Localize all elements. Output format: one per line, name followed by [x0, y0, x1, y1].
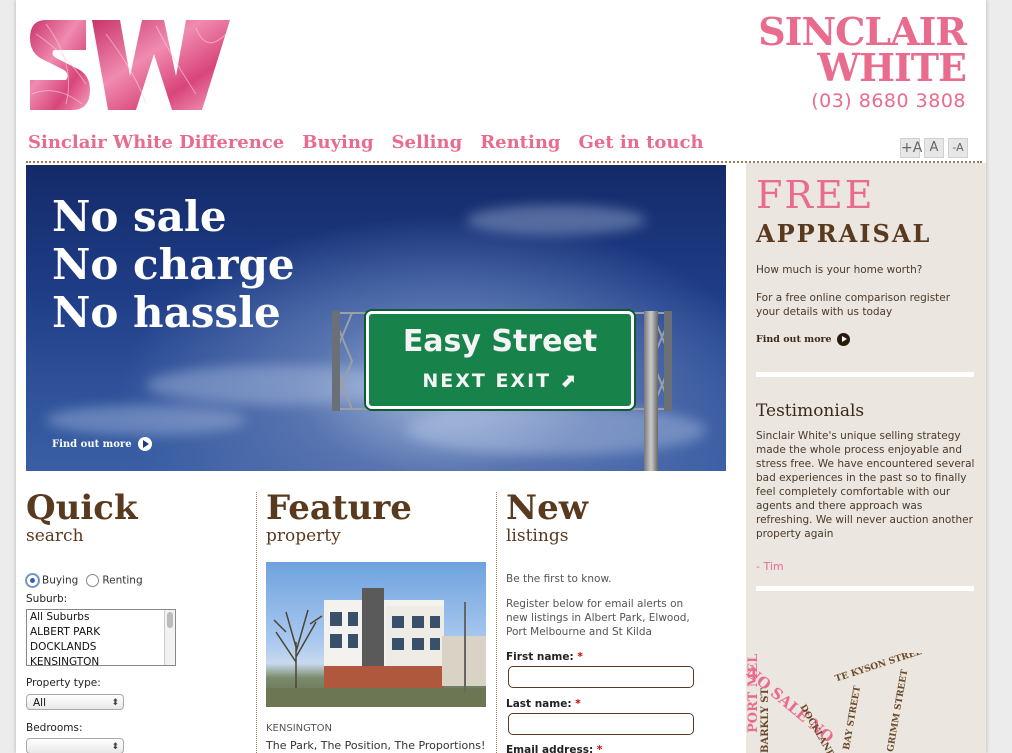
appraisal-pitch: For a free online comparison register yo…	[756, 292, 951, 318]
page: SINCLAIR WHITE (03) 8680 3808 Sinclair W…	[16, 0, 986, 753]
appraisal-heading: APPRAISAL	[756, 219, 932, 248]
font-normal-button[interactable]: A	[924, 138, 944, 158]
feature-caption[interactable]: The Park, The Position, The Proportions!	[266, 739, 485, 752]
last-name-label-text: Last name:	[506, 698, 572, 710]
testimonials-heading: Testimonials	[756, 401, 865, 421]
testimonial-author: - Tim	[756, 560, 784, 573]
suburb-option[interactable]: DOCKLANDS	[27, 640, 175, 655]
hero-headline-3: No hassle	[52, 288, 281, 337]
required-mark: *	[575, 698, 581, 710]
brand-block: SINCLAIR WHITE (03) 8680 3808	[758, 13, 967, 113]
quick-search-header: Quick search	[26, 490, 138, 546]
stamp-word: BAY STREET	[842, 685, 864, 751]
sw-logo[interactable]	[26, 14, 232, 116]
bedrooms-select[interactable]	[26, 738, 124, 753]
feature-title: Feature	[266, 488, 412, 528]
feature-header: Feature property	[266, 490, 412, 546]
nav-get-in-touch[interactable]: Get in touch	[579, 132, 704, 153]
required-mark: *	[577, 651, 583, 663]
hero-headline-2: No charge	[52, 240, 295, 289]
sign-line-2: NEXT EXIT ⬈	[422, 370, 578, 392]
first-name-label: First name: *	[506, 651, 583, 663]
testimonial-text: Sinclair White's unique selling strategy…	[756, 430, 975, 540]
feature-property-photo[interactable]	[266, 562, 486, 707]
suburb-listbox[interactable]: All Suburbs ALBERT PARK DOCKLANDS KENSIN…	[26, 609, 176, 666]
bedrooms-label: Bedrooms:	[26, 722, 83, 734]
email-label: Email address: *	[506, 744, 602, 753]
quick-search-subtitle: search	[26, 526, 84, 546]
nav-buying[interactable]: Buying	[302, 132, 373, 153]
nav-difference[interactable]: Sinclair White Difference	[28, 132, 284, 153]
stamp-word: PORT MELB	[746, 653, 761, 733]
email-label-text: Email address:	[506, 744, 594, 753]
new-listings-body: Register below for email alerts on new l…	[506, 598, 690, 638]
column-separator	[496, 492, 497, 753]
street-stamp-graphic: NO SALE NO PORT MELB BARKLY ST TE KYSON …	[746, 653, 986, 753]
suburb-option[interactable]: All Suburbs	[27, 610, 175, 625]
new-listings-title: New	[506, 488, 588, 528]
new-listings-subtitle: listings	[506, 526, 569, 546]
feature-subtitle: property	[266, 526, 341, 546]
hero-find-out-more-link[interactable]: Find out more	[52, 437, 152, 451]
main-nav: Sinclair White Difference Buying Selling…	[28, 132, 704, 153]
required-mark: *	[596, 744, 603, 753]
hero-headline-1: No sale	[52, 192, 227, 241]
hero-find-out-more-label: Find out more	[52, 438, 132, 450]
suburb-scrollbar[interactable]	[164, 610, 175, 665]
appraisal-question: How much is your home worth?	[756, 264, 923, 276]
nav-selling[interactable]: Selling	[392, 132, 463, 153]
play-arrow-icon	[836, 333, 850, 346]
radio-renting[interactable]: Renting	[86, 574, 143, 587]
font-size-controls: +A A -A	[900, 138, 968, 158]
stamp-word: GRIMM STREET	[886, 668, 911, 753]
first-name-field[interactable]	[508, 666, 694, 688]
sidebar-rule	[756, 586, 974, 591]
radio-checked-icon	[26, 574, 39, 587]
sidebar: FREE APPRAISAL How much is your home wor…	[746, 163, 986, 753]
last-name-label: Last name: *	[506, 698, 581, 710]
sign-pole	[644, 311, 658, 471]
radio-renting-label: Renting	[102, 574, 143, 587]
sidebar-rule	[756, 372, 974, 377]
nav-renting[interactable]: Renting	[480, 132, 560, 153]
column-separator	[256, 492, 257, 753]
feature-suburb: KENSINGTON	[266, 723, 332, 734]
font-decrease-button[interactable]: -A	[948, 138, 968, 158]
radio-unchecked-icon	[86, 574, 100, 587]
phone-number[interactable]: (03) 8680 3808	[758, 90, 966, 112]
easy-street-sign: Easy Street NEXT EXIT ⬈	[366, 311, 634, 409]
stamp-word: TE KYSON STREET	[834, 653, 930, 685]
appraisal-find-out-more-link[interactable]: Find out more	[756, 333, 850, 346]
new-listings-intro: Be the first to know.	[506, 573, 612, 585]
property-type-select[interactable]: All	[26, 694, 124, 711]
stamp-word: BARKLY ST	[760, 688, 771, 753]
property-type-label: Property type:	[26, 677, 101, 689]
radio-buying-label: Buying	[42, 574, 79, 587]
suburb-label: Suburb:	[26, 593, 68, 605]
radio-buying[interactable]: Buying	[26, 574, 78, 587]
free-heading: FREE	[756, 173, 875, 217]
font-increase-button[interactable]: +A	[900, 138, 922, 158]
quick-search-title: Quick	[26, 488, 138, 528]
first-name-label-text: First name:	[506, 651, 574, 663]
play-arrow-icon	[137, 437, 152, 451]
hero-banner[interactable]: No sale No charge No hassle Easy Street …	[26, 165, 726, 471]
search-mode-radios: Buying Renting	[26, 574, 143, 587]
hero-headline: No sale No charge No hassle	[52, 193, 295, 337]
sign-line-1: Easy Street	[402, 324, 598, 359]
appraisal-find-out-more-label: Find out more	[756, 334, 832, 345]
brand-name-line2: WHITE	[817, 45, 967, 90]
last-name-field[interactable]	[508, 713, 694, 735]
suburb-option[interactable]: KENSINGTON	[27, 655, 175, 665]
suburb-option[interactable]: ALBERT PARK	[27, 625, 175, 640]
new-listings-header: New listings	[506, 490, 588, 546]
tree-graphic	[273, 609, 323, 702]
